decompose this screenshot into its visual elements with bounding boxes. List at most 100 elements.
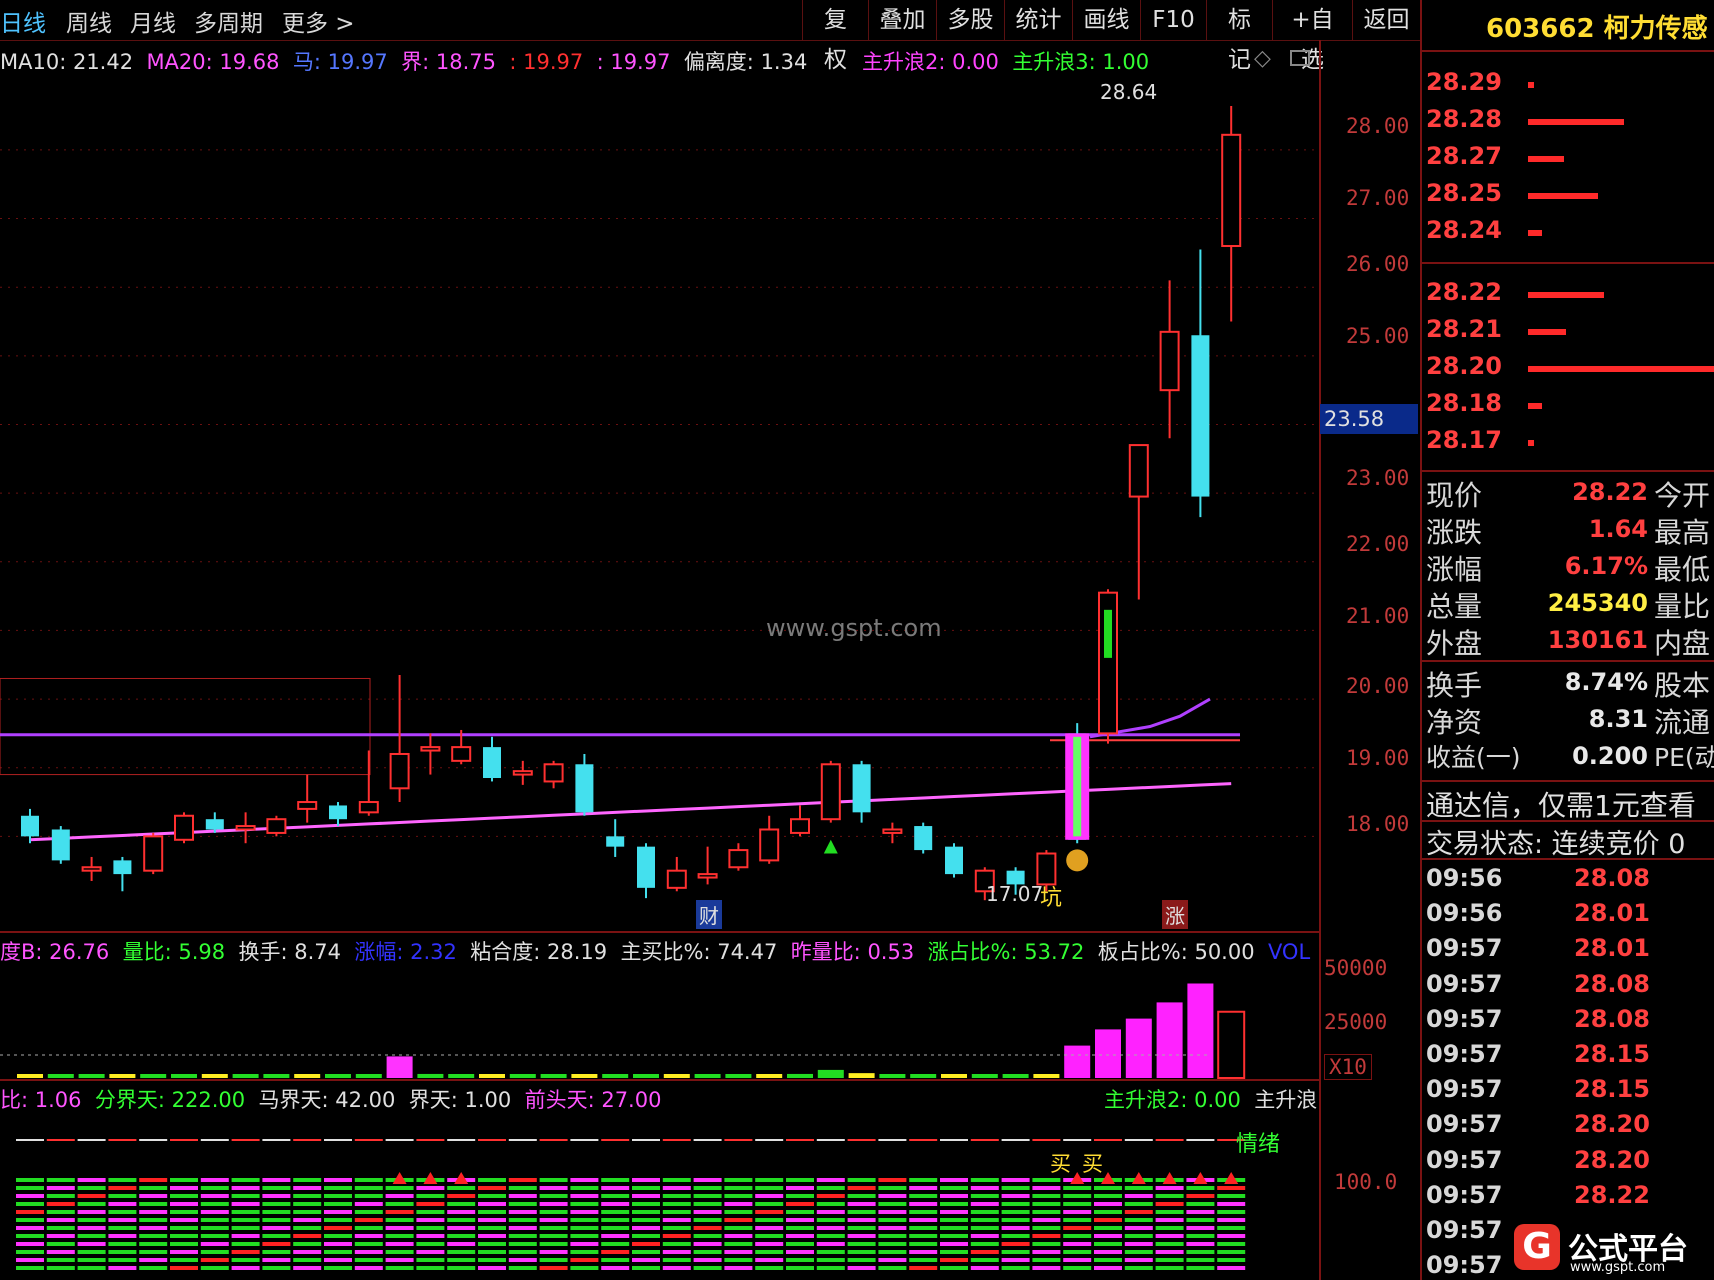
bid-price[interactable]: 28.18 xyxy=(1426,389,1502,417)
tick-time: 09:57 xyxy=(1426,934,1503,963)
current-price-tag: 23.58 xyxy=(1320,404,1418,434)
volume-bar xyxy=(109,1074,136,1078)
logo-icon: G xyxy=(1514,1224,1560,1270)
stat-label: 涨幅 xyxy=(1426,553,1483,586)
candle-body xyxy=(420,746,441,752)
volume-bar xyxy=(602,1074,629,1078)
order-book-bar xyxy=(1528,82,1534,88)
volume-bar xyxy=(325,1074,351,1078)
volume-indicator-line: 度B: 26.76 量比: 5.98 换手: 8.74 涨幅: 2.32 粘合度… xyxy=(0,936,1310,966)
finance-marker[interactable]: 财 xyxy=(696,900,722,929)
volume-bar xyxy=(294,1074,321,1078)
stat-label: 流通 xyxy=(1654,706,1711,739)
order-book-bar xyxy=(1528,119,1624,125)
ask-price[interactable]: 28.24 xyxy=(1426,216,1502,244)
price-tick: 20.00 xyxy=(1346,674,1410,698)
candle-body xyxy=(358,801,379,814)
order-book-bar xyxy=(1528,230,1542,236)
candle-body xyxy=(266,818,287,834)
limit-up-inner xyxy=(1104,609,1112,658)
ask-price[interactable]: 28.28 xyxy=(1426,105,1502,133)
volume-bar xyxy=(263,1074,290,1078)
volume-bar xyxy=(571,1074,598,1078)
candle-body xyxy=(205,819,224,830)
bid-price[interactable]: 28.22 xyxy=(1426,278,1502,306)
order-book-bar xyxy=(1528,440,1534,446)
stat-value: 245340 xyxy=(1547,589,1648,617)
tick-time: 09:57 xyxy=(1426,1110,1503,1139)
volume-bar xyxy=(479,1074,505,1078)
rise-ratio: 涨占比%: 53.72 xyxy=(927,940,1085,964)
sentiment-label: 情绪 xyxy=(1236,1132,1281,1157)
tick-price: 28.01 xyxy=(1574,899,1650,928)
volume-bar xyxy=(417,1073,444,1078)
stat-value: 8.74% xyxy=(1564,668,1648,696)
candle-body xyxy=(728,849,749,869)
trade-status: 交易状态: 连续竞价 0 xyxy=(1426,829,1686,860)
tick-time: 09:57 xyxy=(1426,969,1503,998)
sub-ind-5: 前头天: 27.00 xyxy=(524,1088,662,1112)
adhesion: 粘合度: 28.19 xyxy=(470,940,608,964)
stat-label: 最低 xyxy=(1654,553,1711,586)
promo-text[interactable]: 通达信，仅需1元查看 xyxy=(1426,784,1696,824)
bid-price[interactable]: 28.17 xyxy=(1426,426,1502,454)
candle-body xyxy=(790,818,810,834)
breakout-candle-core xyxy=(1073,736,1082,837)
candle-body xyxy=(1221,133,1242,248)
jie-value: 界: 18.75 xyxy=(401,50,496,74)
volume-bar xyxy=(1156,1002,1183,1078)
candle-body xyxy=(1159,330,1180,392)
panel-toggle-icon[interactable] xyxy=(1290,50,1310,66)
volume-bar xyxy=(1033,1074,1060,1078)
price-tick: 27.00 xyxy=(1346,186,1410,210)
candle-body xyxy=(235,825,256,831)
volume-bar xyxy=(386,1056,413,1078)
price-tick: 26.00 xyxy=(1346,252,1410,276)
stat-label: 换手 xyxy=(1426,669,1483,702)
vol-ratio: 量比: 5.98 xyxy=(122,940,226,964)
tick-time: 09:57 xyxy=(1426,1075,1503,1104)
divider xyxy=(1422,858,1714,860)
stat-label: 涨跌 xyxy=(1426,516,1483,549)
money-bag-icon xyxy=(1066,849,1089,872)
stat-label: 量比 xyxy=(1654,590,1711,623)
stat-label: 最高 xyxy=(1654,516,1711,549)
tick-time: 09:56 xyxy=(1426,899,1503,928)
volume-bar xyxy=(509,1074,536,1078)
price-tick: 19.00 xyxy=(1346,746,1410,770)
stock-code-name[interactable]: 603662 柯力传感 xyxy=(1486,8,1708,45)
ask-price[interactable]: 28.25 xyxy=(1426,179,1502,207)
candle-body xyxy=(606,836,625,847)
turnover: 换手: 8.74 xyxy=(238,940,342,964)
volume-bar xyxy=(78,1074,105,1078)
divider xyxy=(1422,50,1714,52)
volume-bar xyxy=(971,1074,998,1078)
candle-body xyxy=(483,747,501,779)
bid-price[interactable]: 28.20 xyxy=(1426,352,1502,380)
volume-bar xyxy=(1064,1045,1091,1078)
stat-label: 收益(一) xyxy=(1426,743,1521,772)
volume-bar xyxy=(1095,1029,1121,1078)
order-book-bar xyxy=(1528,193,1598,199)
diamond-icon[interactable]: ◇ xyxy=(1254,46,1271,71)
limit-up-marker[interactable]: 涨 xyxy=(1162,900,1188,929)
tick-time: 09:57 xyxy=(1426,1040,1503,1068)
candle-body xyxy=(543,763,564,783)
ask-price[interactable]: 28.27 xyxy=(1426,142,1502,170)
high-price-label: 28.64 xyxy=(1100,80,1158,104)
stat-value: 0.200 xyxy=(1572,742,1648,770)
sub-ind-3: 马界天: 42.00 xyxy=(258,1088,396,1112)
price-tick: 23.00 xyxy=(1346,466,1410,490)
logo-url: www.gspt.com xyxy=(1570,1260,1666,1275)
tick-price: 28.01 xyxy=(1574,934,1650,963)
candle-body xyxy=(914,826,933,851)
order-book-bar xyxy=(1528,403,1542,409)
stat-label: 股本 xyxy=(1654,669,1711,702)
bid-price[interactable]: 28.21 xyxy=(1426,315,1502,343)
stat-value: 6.17% xyxy=(1564,552,1648,580)
ask-price[interactable]: 28.29 xyxy=(1426,68,1502,96)
red-line-value: : 19.97 xyxy=(509,50,584,74)
tick-time: 09:57 xyxy=(1426,1145,1503,1174)
sub-tick: 100.0 xyxy=(1334,1170,1398,1194)
volume-bar xyxy=(879,1074,906,1078)
